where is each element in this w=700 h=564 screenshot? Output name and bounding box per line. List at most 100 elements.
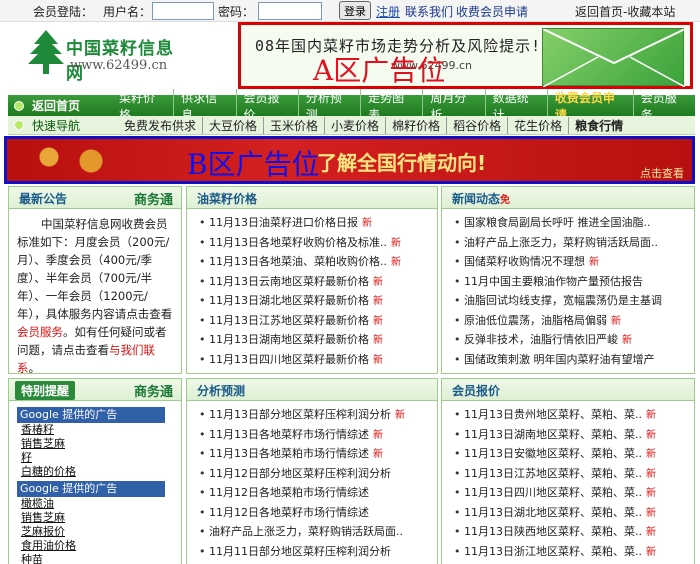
list-item[interactable]: 11月13日各地菜粕市场行情综述新 xyxy=(187,444,437,464)
ad-link[interactable]: 销售芝麻 xyxy=(21,511,181,525)
list-item[interactable]: 11月13日油菜籽进口价格日报新 xyxy=(187,213,437,233)
list-item[interactable]: 11月13日四川地区菜籽、菜粕、菜.. 新 xyxy=(442,483,694,503)
google-ads-header[interactable]: Google 提供的广告 xyxy=(17,407,165,423)
list-item-text[interactable]: 11月13日油菜籽进口价格日报 xyxy=(209,216,358,229)
list-item[interactable]: 11月13日部分地区菜籽压榨利润分析新 xyxy=(187,405,437,425)
list-item[interactable]: 11月12日各地菜粕市场行情综述 xyxy=(187,483,437,503)
list-item-text[interactable]: 11月13日云南地区菜籽最新价格 xyxy=(209,275,369,288)
list-item[interactable]: 油籽产品上涨乏力，菜籽购销活跃局面.. xyxy=(187,522,437,542)
ad-link[interactable]: 销售芝麻 xyxy=(21,437,181,451)
list-item[interactable]: 11月13日陕西地区菜籽、菜粕、菜.. 新 xyxy=(442,522,694,542)
username-input[interactable] xyxy=(152,2,214,20)
list-item[interactable]: 11月13日贵州地区菜籽、菜粕、菜.. 新 xyxy=(442,405,694,425)
list-item-text[interactable]: 11月13日江苏地区菜籽、菜粕、菜.. xyxy=(464,467,642,480)
list-item[interactable]: 油籽产品上涨乏力，菜籽购销活跃局面.. xyxy=(442,233,694,253)
ad-link[interactable]: 白糖的价格 xyxy=(21,465,181,479)
list-item[interactable]: 11月11日部分地区菜籽压榨利润分析 xyxy=(187,542,437,562)
list-item-text[interactable]: 反弹非技术，油脂行情依旧严峻 xyxy=(464,333,618,346)
list-item-text[interactable]: 国储政策刺激 明年国内菜籽油有望增产 xyxy=(464,353,655,366)
quick-nav-item[interactable]: 免费发布供求 xyxy=(112,117,202,134)
member-quotes-panel: 会员报价 11月13日贵州地区菜籽、菜粕、菜..新11月13日湖南地区菜籽、菜粕… xyxy=(441,378,695,564)
list-item-text[interactable]: 11月13日各地菜籽市场行情综述 xyxy=(209,428,369,441)
ad-link[interactable]: 食用油价格 xyxy=(21,539,181,553)
list-item-text[interactable]: 11月13日湖北地区菜籽、菜粕、菜.. xyxy=(464,506,642,519)
apply-member-link[interactable]: 收费会员申请 xyxy=(456,3,528,20)
list-item[interactable]: 11月13日安徽地区菜籽、菜粕、菜.. 新 xyxy=(442,444,694,464)
list-item[interactable]: 11月12日各地菜籽市场行情综述 xyxy=(187,503,437,523)
list-item-text[interactable]: 国储菜籽收购情况不理想 xyxy=(464,255,585,268)
quick-nav-item[interactable]: 粮食行情 xyxy=(568,116,629,134)
list-item[interactable]: 11月13日浙江地区菜籽、菜粕、菜.. 新 xyxy=(442,542,694,562)
list-item[interactable]: 11月13日湖南地区菜籽、菜粕、菜.. 新 xyxy=(442,425,694,445)
nav-home[interactable]: 返回首页 xyxy=(8,95,103,116)
ad-link[interactable]: 香椿籽 xyxy=(21,423,181,437)
list-item-text[interactable]: 11月13日部分地区菜籽压榨利润分析 xyxy=(209,408,391,421)
login-button[interactable]: 登录 xyxy=(339,1,371,20)
ad-banner-a[interactable]: 08年国内菜籽市场走势分析及风险提示! www.62499.cn A区广告位 xyxy=(238,22,693,89)
list-item[interactable]: 11月13日四川地区菜籽最新价格新 xyxy=(187,350,437,370)
quick-nav-item[interactable]: 花生价格 xyxy=(507,116,568,134)
ad-b-click[interactable]: 点击查看 xyxy=(640,165,684,181)
list-item-text[interactable]: 油脂回试均线支撑，宽幅震荡仍是主基调 xyxy=(464,294,662,307)
list-item-text[interactable]: 国家粮食局副局长呼吁 推进全国油脂.. xyxy=(464,216,651,229)
list-item[interactable]: 11月中国主要粮油作物产量预估报告 xyxy=(442,272,694,292)
google-ads-header[interactable]: Google 提供的广告 xyxy=(17,481,165,497)
list-item[interactable]: 11月13日各地菜籽市场行情综述新 xyxy=(187,425,437,445)
list-item[interactable]: 国储政策刺激 明年国内菜籽油有望增产 xyxy=(442,350,694,370)
list-item-text[interactable]: 11月13日安徽地区菜籽、菜粕、菜.. xyxy=(464,447,642,460)
list-item-text[interactable]: 11月11日部分地区菜籽压榨利润分析 xyxy=(209,545,391,558)
ad-link[interactable]: 籽 xyxy=(21,451,181,465)
list-item-text[interactable]: 11月13日贵州地区菜籽、菜粕、菜.. xyxy=(464,408,642,421)
list-item-text[interactable]: 11月12日各地菜粕市场行情综述 xyxy=(209,486,369,499)
list-item[interactable]: 11月13日江苏地区菜籽最新价格新 xyxy=(187,311,437,331)
list-item-text[interactable]: 11月13日四川地区菜籽、菜粕、菜.. xyxy=(464,486,642,499)
list-item-text[interactable]: 11月13日江苏地区菜籽最新价格 xyxy=(209,314,369,327)
site-logo[interactable]: 中国菜籽信息网 www.62499.cn xyxy=(28,26,188,90)
list-item[interactable]: 11月13日各地菜油、菜粕收购价格.. 新 xyxy=(187,252,437,272)
list-item-text[interactable]: 11月12日部分地区菜籽压榨利润分析 xyxy=(209,467,391,480)
ad-link[interactable]: 种苗 xyxy=(21,553,181,564)
list-item[interactable]: 原油低位震荡，油脂格局偏弱新 xyxy=(442,311,694,331)
list-item[interactable]: 11月13日湖北地区菜籽、菜粕、菜.. 新 xyxy=(442,503,694,523)
list-item-text[interactable]: 11月13日湖北地区菜籽最新价格 xyxy=(209,294,369,307)
list-item-text[interactable]: 11月13日湖南地区菜籽最新价格 xyxy=(209,333,369,346)
list-item[interactable]: 11月13日江苏地区菜籽、菜粕、菜.. 新 xyxy=(442,464,694,484)
list-item-text[interactable]: 11月13日湖南地区菜籽、菜粕、菜.. xyxy=(464,428,642,441)
notice-right[interactable]: 商务通 xyxy=(134,189,173,208)
list-item-text[interactable]: 11月中国主要粮油作物产量预估报告 xyxy=(464,275,643,288)
main-nav: 返回首页 菜籽价格 供求信息 会员报价 分析预测 走势图表 周月分析 数据统计 … xyxy=(8,88,695,123)
quick-nav-item[interactable]: 玉米价格 xyxy=(263,116,324,134)
list-item-text[interactable]: 原油低位震荡，油脂格局偏弱 xyxy=(464,314,607,327)
member-service-link[interactable]: 会员服务 xyxy=(17,325,63,339)
list-item-text[interactable]: 11月12日各地菜籽市场行情综述 xyxy=(209,506,369,519)
list-item[interactable]: 油脂回试均线支撑，宽幅震荡仍是主基调 xyxy=(442,291,694,311)
quick-nav-item[interactable]: 小麦价格 xyxy=(324,116,385,134)
list-item-text[interactable]: 11月13日各地菜粕市场行情综述 xyxy=(209,447,369,460)
quick-nav-item[interactable]: 大豆价格 xyxy=(202,116,263,134)
list-item[interactable]: 11月13日各地菜籽收购价格及标准.. 新 xyxy=(187,233,437,253)
special-right[interactable]: 商务通 xyxy=(134,381,173,400)
contact-link[interactable]: 联系我们 xyxy=(405,3,453,20)
list-item-text[interactable]: 11月13日各地菜籽收购价格及标准.. xyxy=(209,236,387,249)
register-link[interactable]: 注册 xyxy=(376,3,400,20)
list-item-text[interactable]: 11月13日各地菜油、菜粕收购价格.. xyxy=(209,255,387,268)
quick-nav-item[interactable]: 稻谷价格 xyxy=(446,116,507,134)
list-item[interactable]: 国家粮食局副局长呼吁 推进全国油脂.. xyxy=(442,213,694,233)
list-item-text[interactable]: 11月13日浙江地区菜籽、菜粕、菜.. xyxy=(464,545,642,558)
list-item-text[interactable]: 油籽产品上涨乏力，菜籽购销活跃局面.. xyxy=(464,236,658,249)
quick-nav-item[interactable]: 棉籽价格 xyxy=(385,116,446,134)
home-favorite-link[interactable]: 返回首页-收藏本站 xyxy=(575,3,675,20)
list-item[interactable]: 国储菜籽收购情况不理想新 xyxy=(442,252,694,272)
password-input[interactable] xyxy=(258,2,322,20)
list-item[interactable]: 11月13日云南地区菜籽最新价格新 xyxy=(187,272,437,292)
list-item[interactable]: 11月13日湖南地区菜籽最新价格新 xyxy=(187,330,437,350)
list-item[interactable]: 11月13日湖北地区菜籽最新价格新 xyxy=(187,291,437,311)
ad-banner-b[interactable]: 了解全国行情动向! B区广告位 点击查看 xyxy=(4,136,695,184)
list-item-text[interactable]: 油籽产品上涨乏力，菜籽购销活跃局面.. xyxy=(209,525,403,538)
ad-link[interactable]: 橄榄油 xyxy=(21,497,181,511)
list-item[interactable]: 11月12日部分地区菜籽压榨利润分析 xyxy=(187,464,437,484)
list-item-text[interactable]: 11月13日陕西地区菜籽、菜粕、菜.. xyxy=(464,525,642,538)
list-item-text[interactable]: 11月13日四川地区菜籽最新价格 xyxy=(209,353,369,366)
ad-link[interactable]: 芝麻报价 xyxy=(21,525,181,539)
list-item[interactable]: 反弹非技术，油脂行情依旧严峻新 xyxy=(442,330,694,350)
